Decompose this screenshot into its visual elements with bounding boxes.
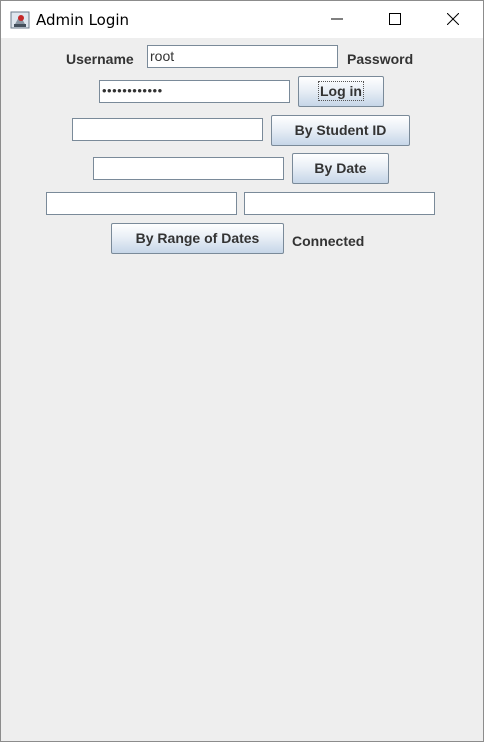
connection-status: Connected <box>292 233 365 249</box>
login-button-label: Log in <box>318 81 364 101</box>
date-input[interactable] <box>93 157 284 180</box>
title-bar[interactable]: Admin Login <box>1 1 483 38</box>
by-student-id-button[interactable]: By Student ID <box>271 115 410 146</box>
username-input[interactable]: root <box>147 45 338 68</box>
minimize-icon <box>331 18 343 20</box>
student-id-input[interactable] <box>72 118 263 141</box>
close-icon <box>447 13 459 25</box>
password-input[interactable]: •••••••••••• <box>99 80 290 103</box>
close-button[interactable] <box>430 1 476 38</box>
maximize-icon <box>389 13 401 25</box>
by-range-of-dates-button[interactable]: By Range of Dates <box>111 223 284 254</box>
start-date-input[interactable] <box>46 192 237 215</box>
login-button[interactable]: Log in <box>298 76 384 107</box>
admin-login-window: Admin Login Username root Password •••••… <box>0 0 484 742</box>
end-date-input[interactable] <box>244 192 435 215</box>
java-app-icon <box>10 11 30 29</box>
username-label: Username <box>66 51 134 67</box>
maximize-button[interactable] <box>372 1 418 38</box>
by-date-button[interactable]: By Date <box>292 153 389 184</box>
password-label: Password <box>347 51 414 67</box>
minimize-button[interactable] <box>314 1 360 38</box>
login-panel: Username root Password •••••••••••• Log … <box>1 38 483 741</box>
window-title: Admin Login <box>36 11 130 29</box>
